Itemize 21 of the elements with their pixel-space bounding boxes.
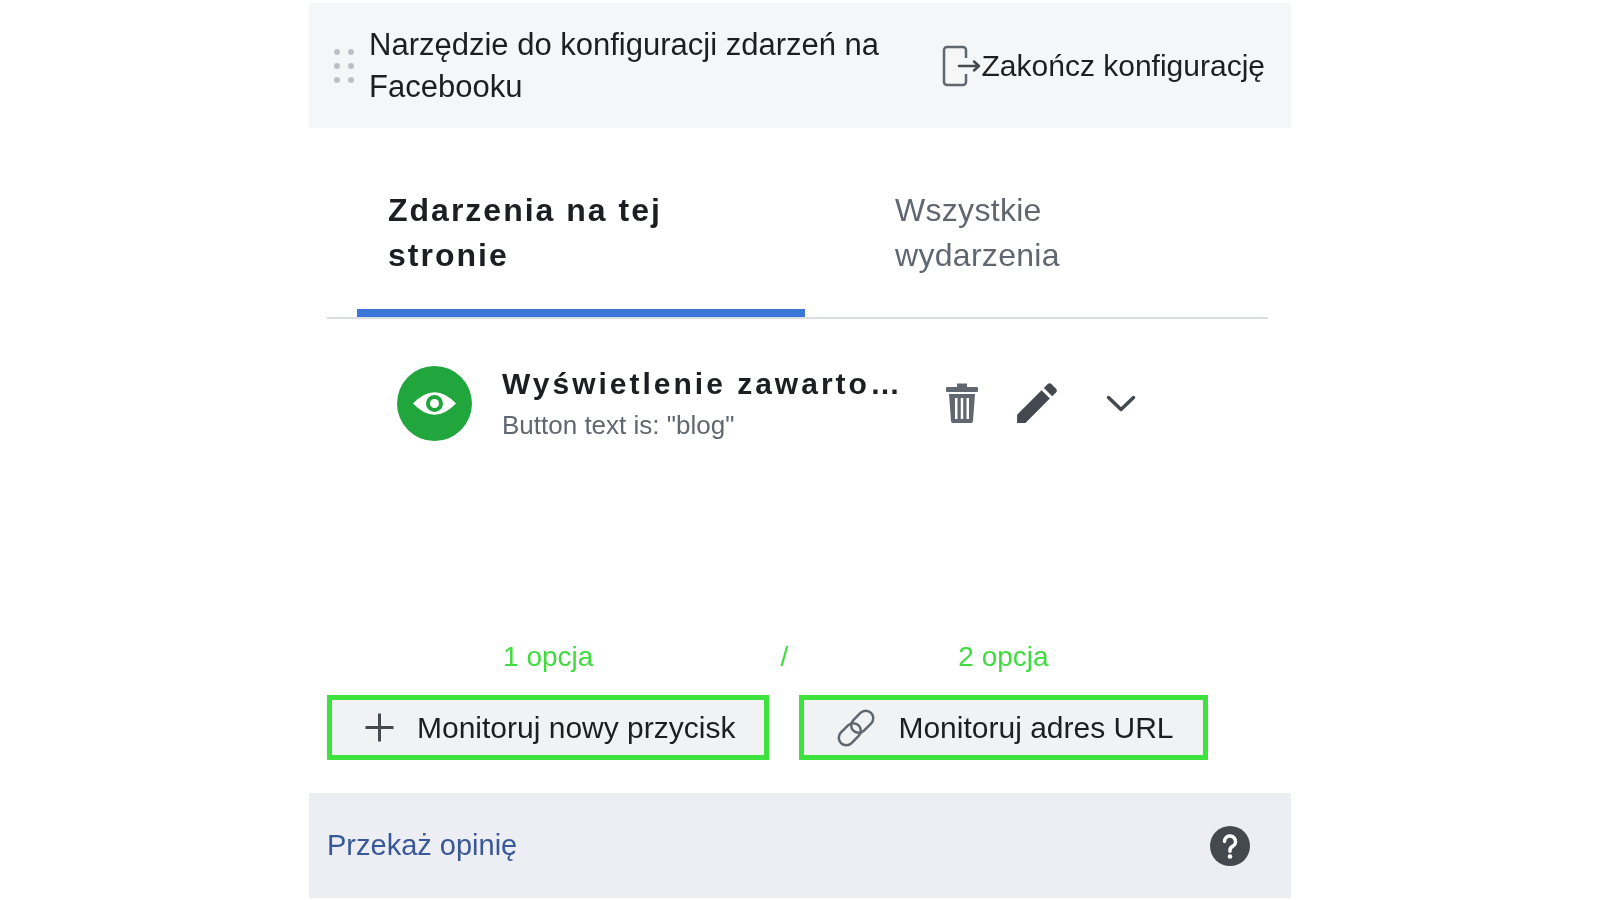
event-description: Button text is: "blog"	[502, 409, 735, 442]
add-button[interactable]: Monitoruj nowy przycisk	[327, 695, 770, 760]
exit-button[interactable]: Zakończ konfigurację	[941, 44, 1265, 87]
eye-icon	[397, 365, 472, 441]
tab[interactable]: Zdarzenia na tej stronie	[357, 128, 805, 317]
annotation-label: 2 opcja	[958, 640, 1049, 674]
link-icon	[836, 707, 877, 748]
event-title: Wyświetlenie zawarto…	[502, 366, 903, 402]
pencil-icon[interactable]	[1016, 383, 1057, 423]
exit-icon	[941, 44, 982, 87]
trash-icon[interactable]	[945, 383, 978, 423]
url-button[interactable]: Monitoruj adres URL	[799, 695, 1208, 760]
drag-handle-icon[interactable]	[334, 48, 354, 83]
feedback-link[interactable]: Przekaż opinię	[327, 829, 518, 862]
plus-icon	[364, 712, 395, 743]
annotation-label: /	[780, 640, 789, 674]
tab[interactable]: Wszystkie wydarzenia	[864, 128, 1268, 317]
chevron-down-icon[interactable]	[1105, 394, 1136, 412]
window-title: Narzędzie do konfiguracji zdarzeń na Facebooku	[369, 25, 881, 106]
help-icon[interactable]	[1210, 825, 1250, 866]
annotation-label: 1 opcja	[503, 640, 594, 674]
